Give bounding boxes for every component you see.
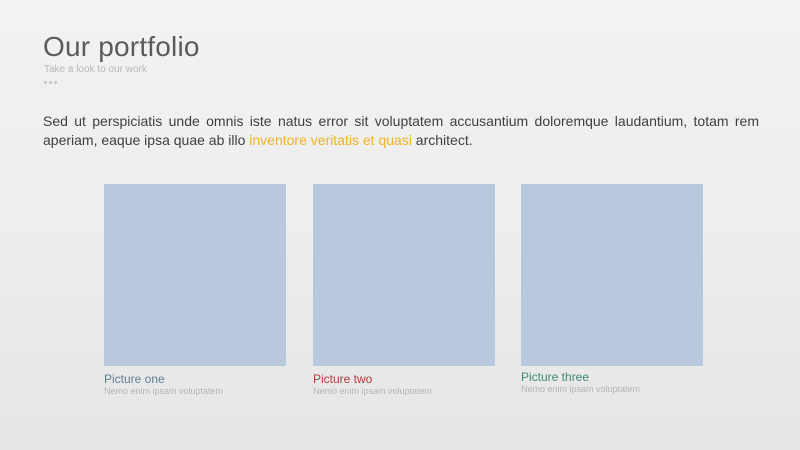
card-title[interactable]: Picture one [104, 372, 165, 386]
picture-placeholder[interactable] [104, 184, 286, 366]
page-title: Our portfolio [43, 31, 200, 62]
dot-icon [49, 81, 52, 84]
card-title[interactable]: Picture two [313, 372, 372, 386]
portfolio-card-two[interactable]: Picture two Nemo enim ipsam voluptatem [313, 184, 495, 396]
portfolio-card-one[interactable]: Picture one Nemo enim ipsam voluptatem [104, 184, 286, 396]
intro-highlight: inventore veritatis et quasi [249, 132, 412, 148]
picture-placeholder[interactable] [521, 184, 703, 366]
decorative-dots [44, 81, 57, 84]
intro-text-end: architect. [411, 132, 473, 148]
card-subtitle: Nemo enim ipsam voluptatem [313, 386, 433, 396]
dot-icon [44, 81, 47, 84]
card-subtitle: Nemo enim ipsam voluptatem [521, 384, 641, 394]
portfolio-slide: Our portfolio Take a look to our work Se… [0, 0, 800, 450]
portfolio-card-three[interactable]: Picture three Nemo enim ipsam voluptatem [521, 184, 703, 394]
intro-paragraph: Sed ut perspiciatis unde omnis iste natu… [43, 112, 759, 150]
page-subtitle: Take a look to our work [44, 64, 147, 75]
card-title[interactable]: Picture three [521, 370, 589, 384]
card-subtitle: Nemo enim ipsam voluptatem [104, 386, 224, 396]
dot-icon [54, 81, 57, 84]
picture-placeholder[interactable] [313, 184, 495, 366]
